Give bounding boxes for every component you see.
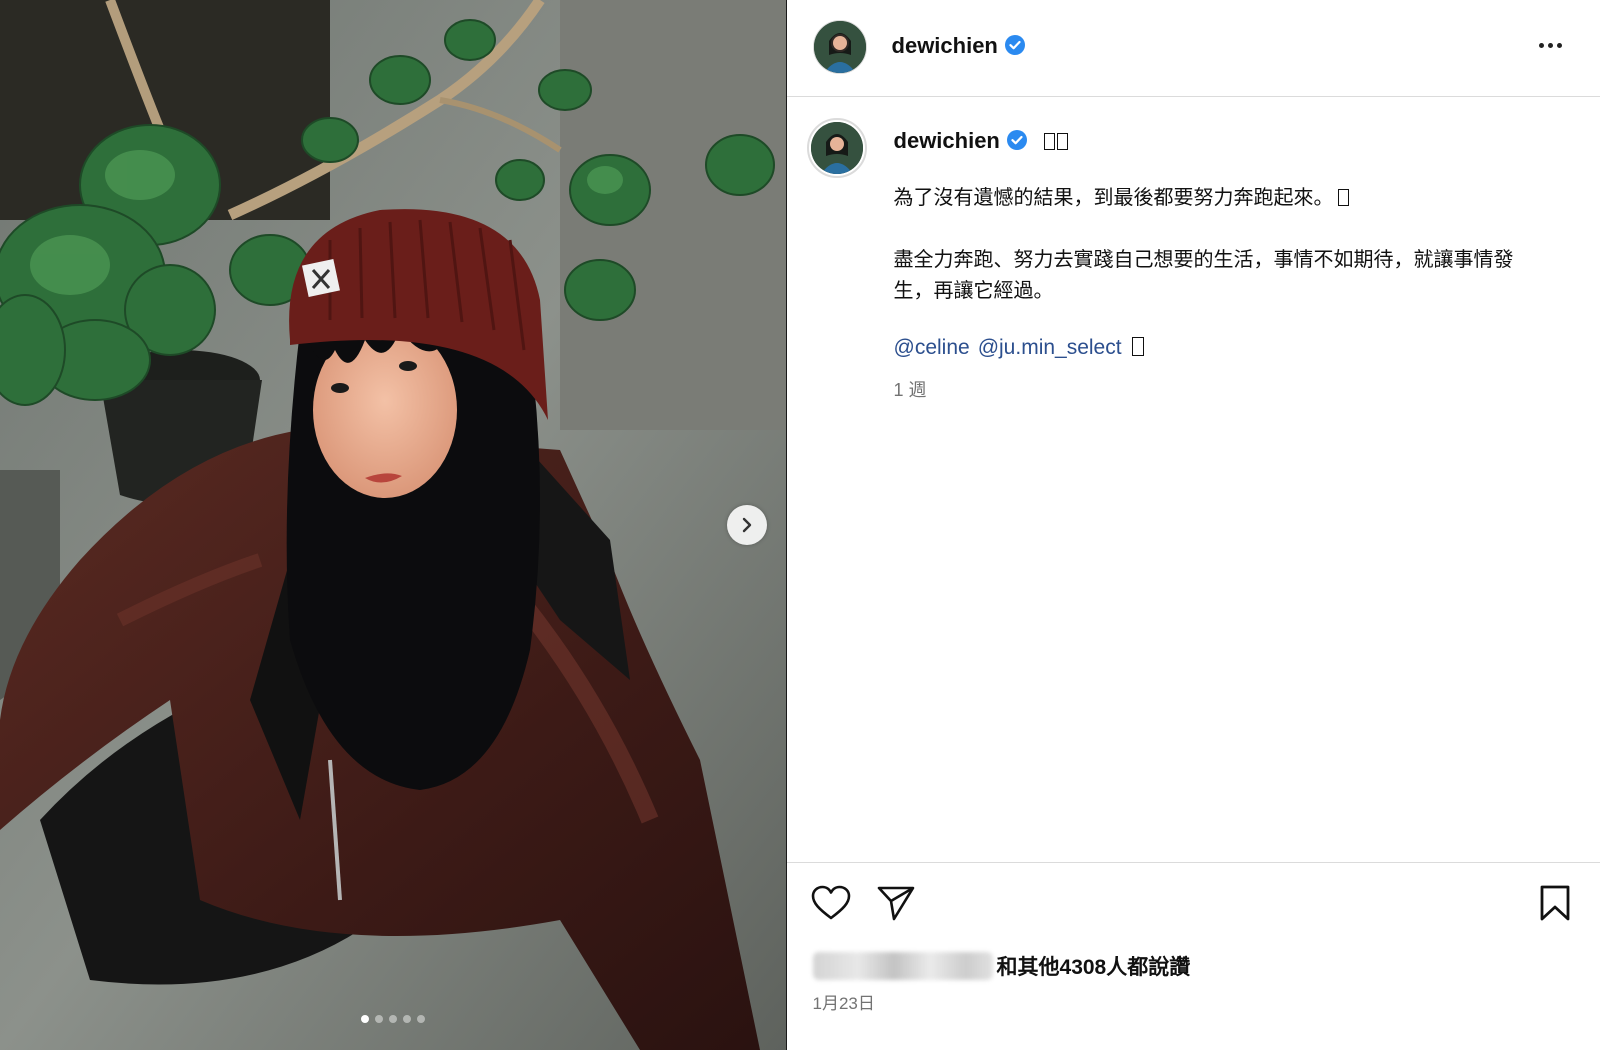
missing-emoji-glyph	[1057, 133, 1068, 150]
photo-image	[0, 0, 786, 1050]
verified-badge-icon	[1004, 35, 1025, 55]
missing-emoji-glyph	[1131, 337, 1144, 356]
caption-line-1: 為了沒有遺憾的結果，到最後都要努力奔跑起來。	[894, 182, 1544, 213]
likes-summary[interactable]: 和其他4308人都說讚	[812, 951, 1191, 981]
post-photo	[0, 0, 787, 1050]
caption-avatar-image	[810, 122, 863, 174]
verified-badge-icon	[1006, 130, 1027, 150]
caption-username[interactable]: dewichien	[894, 128, 1068, 154]
post-actions: 和其他4308人都說讚 1月23日	[786, 862, 1600, 1051]
avatar-image	[813, 21, 866, 73]
bookmark-icon[interactable]	[1539, 885, 1571, 921]
post-details-panel: dewichien dewichien 為了沒有遺憾的結果，到最後都要努力奔跑起…	[786, 0, 1600, 1051]
more-options-icon[interactable]	[1527, 30, 1575, 60]
next-photo-button[interactable]	[727, 505, 767, 545]
missing-emoji-glyph	[1337, 189, 1349, 206]
carousel-dot-4	[402, 1015, 411, 1023]
caption-mentions: @celine @ju.min_select	[894, 336, 1144, 360]
carousel-dot-1	[360, 1015, 369, 1023]
avatar[interactable]	[812, 20, 867, 74]
instagram-post: dewichien dewichien 為了沒有遺憾的結果，到最後都要努力奔跑起…	[0, 0, 1600, 1050]
caption-username-text[interactable]: dewichien	[894, 128, 1000, 153]
send-icon[interactable]	[877, 885, 915, 921]
likes-count-text[interactable]: 和其他4308人都說讚	[997, 951, 1191, 981]
header-username[interactable]: dewichien	[892, 33, 1026, 59]
mention-link[interactable]: @ju.min_select	[978, 336, 1122, 359]
caption-relative-time: 1 週	[893, 380, 927, 400]
carousel-dot-5	[416, 1015, 425, 1023]
blurred-liker-names	[812, 952, 993, 980]
carousel-dot-3	[388, 1015, 397, 1023]
carousel-dot-2	[374, 1015, 383, 1023]
header-username-text[interactable]: dewichien	[892, 33, 998, 58]
missing-emoji-glyph	[1044, 133, 1055, 150]
mention-link[interactable]: @celine	[894, 336, 970, 359]
caption-line-2: 盡全力奔跑、努力去實踐自己想要的生活，事情不如期待，就讓事情發生，再讓它經過。	[893, 247, 1514, 302]
caption-avatar[interactable]	[806, 118, 867, 178]
heart-icon[interactable]	[811, 885, 851, 921]
post-header: dewichien	[786, 0, 1600, 97]
post-date: 1月23日	[812, 994, 875, 1013]
carousel-indicator	[0, 1015, 786, 1023]
chevron-right-icon	[742, 517, 752, 533]
